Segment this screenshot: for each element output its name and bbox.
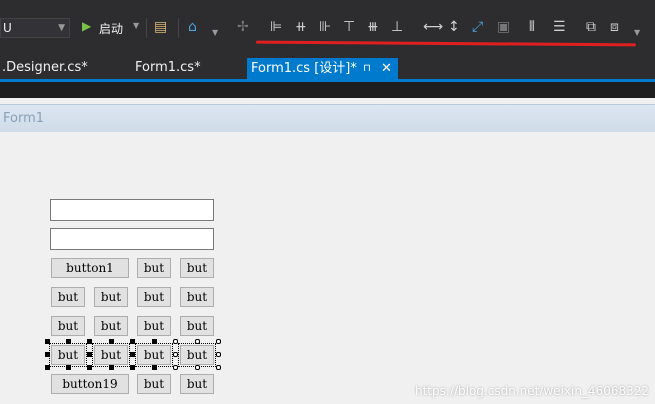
button-1[interactable]: button1 [51, 258, 129, 278]
button-but[interactable]: but [94, 287, 128, 307]
start-button[interactable]: 启动 [99, 20, 123, 37]
form-title: Form1 [3, 111, 45, 126]
align-bottom-icon[interactable]: ⊥ [391, 17, 403, 37]
align-top-icon[interactable]: ⊤ [343, 17, 355, 37]
solution-config-combo[interactable]: U ▼ [0, 18, 70, 38]
button-but-selected[interactable]: but [135, 343, 173, 367]
center-horizontally-icon[interactable]: ⧉ [586, 17, 596, 37]
button-19[interactable]: button19 [51, 374, 129, 394]
make-same-width-icon[interactable]: ⟷ [423, 17, 443, 37]
pin-icon[interactable]: ⊓ [363, 58, 371, 79]
center-vertically-icon[interactable]: ⧈ [610, 17, 619, 37]
selection-handle-primary[interactable] [173, 352, 178, 357]
home-icon[interactable]: ⌂ [188, 17, 197, 37]
close-icon[interactable]: ✕ [381, 58, 392, 79]
play-icon[interactable]: ▶ [82, 19, 91, 33]
align-middle-icon[interactable]: ⧻ [367, 17, 379, 37]
overflow-icon[interactable]: ▼ [634, 28, 640, 37]
selection-handle[interactable] [87, 352, 92, 357]
menu-bar[interactable] [0, 0, 655, 12]
align-right-icon[interactable]: ⊪ [319, 17, 331, 37]
selection-handle[interactable] [130, 352, 135, 357]
button-but-selected[interactable]: but [178, 343, 216, 367]
button-but[interactable]: but [180, 316, 214, 336]
button-but[interactable]: but [180, 258, 214, 278]
selection-handle[interactable] [152, 365, 157, 370]
active-tab-label: Form1.cs [设计]* [251, 61, 357, 76]
toolbar-separator [178, 18, 179, 38]
tab-designer-cs[interactable]: .Designer.cs* [2, 58, 88, 78]
selection-handle[interactable] [87, 339, 92, 344]
tab-form1-cs[interactable]: Form1.cs* [135, 58, 201, 78]
chevron-down-icon: ▼ [58, 23, 65, 33]
button-but-selected[interactable]: but [92, 343, 130, 367]
textbox-2[interactable] [50, 228, 214, 250]
selection-handle[interactable] [87, 365, 92, 370]
button-but[interactable]: but [137, 316, 171, 336]
button-but[interactable]: but [51, 287, 85, 307]
selection-handle[interactable] [109, 365, 114, 370]
selection-handle[interactable] [45, 352, 50, 357]
button-but[interactable]: but [51, 316, 85, 336]
selection-handle[interactable] [66, 365, 71, 370]
selection-handle-primary[interactable] [195, 365, 200, 370]
selection-handle[interactable] [109, 339, 114, 344]
horizontal-spacing-icon[interactable]: ⫴ [529, 17, 535, 37]
make-same-height-icon[interactable]: ↕ [448, 17, 460, 37]
align-center-icon[interactable]: ⧺ [295, 17, 307, 37]
overflow-icon[interactable]: ▼ [212, 28, 218, 37]
button-but-selected[interactable]: but [49, 343, 87, 367]
selection-handle-primary[interactable] [216, 339, 221, 344]
textbox-1[interactable] [50, 199, 214, 221]
selection-handle[interactable] [152, 339, 157, 344]
selection-handle[interactable] [130, 365, 135, 370]
vertical-spacing-icon[interactable]: ☰ [553, 17, 566, 37]
selection-handle[interactable] [130, 339, 135, 344]
button-but[interactable]: but [137, 287, 171, 307]
button-but[interactable]: but [137, 374, 171, 394]
editor-border [0, 82, 655, 98]
button-but[interactable]: but [180, 374, 214, 394]
selection-handle[interactable] [45, 339, 50, 344]
button-but[interactable]: but [94, 316, 128, 336]
watermark: https://blog.csdn.net/weixin_46068322 [414, 384, 649, 398]
selection-handle-primary[interactable] [173, 365, 178, 370]
tab-form1-designer[interactable]: Form1.cs [设计]* ⊓ ✕ [247, 58, 398, 79]
start-dropdown-icon[interactable]: ▼ [133, 21, 139, 30]
solution-config-value: U [3, 21, 12, 35]
form-title-bar[interactable]: Form1 [0, 104, 655, 133]
toolbar-separator [146, 18, 147, 38]
size-to-grid-icon[interactable]: ▣ [497, 17, 510, 37]
selection-handle[interactable] [45, 365, 50, 370]
selection-handle-primary[interactable] [216, 365, 221, 370]
snap-grid-icon[interactable]: ✢ [237, 17, 249, 37]
align-left-icon[interactable]: ⊫ [270, 17, 282, 37]
selection-handle-primary[interactable] [216, 352, 221, 357]
button-but[interactable]: but [137, 258, 171, 278]
button-but[interactable]: but [180, 287, 214, 307]
make-same-size-icon[interactable]: ⤢ [472, 17, 483, 37]
folder-icon[interactable]: ▤ [154, 17, 167, 37]
selection-handle[interactable] [66, 339, 71, 344]
selection-handle-primary[interactable] [195, 339, 200, 344]
selection-handle-primary[interactable] [173, 339, 178, 344]
